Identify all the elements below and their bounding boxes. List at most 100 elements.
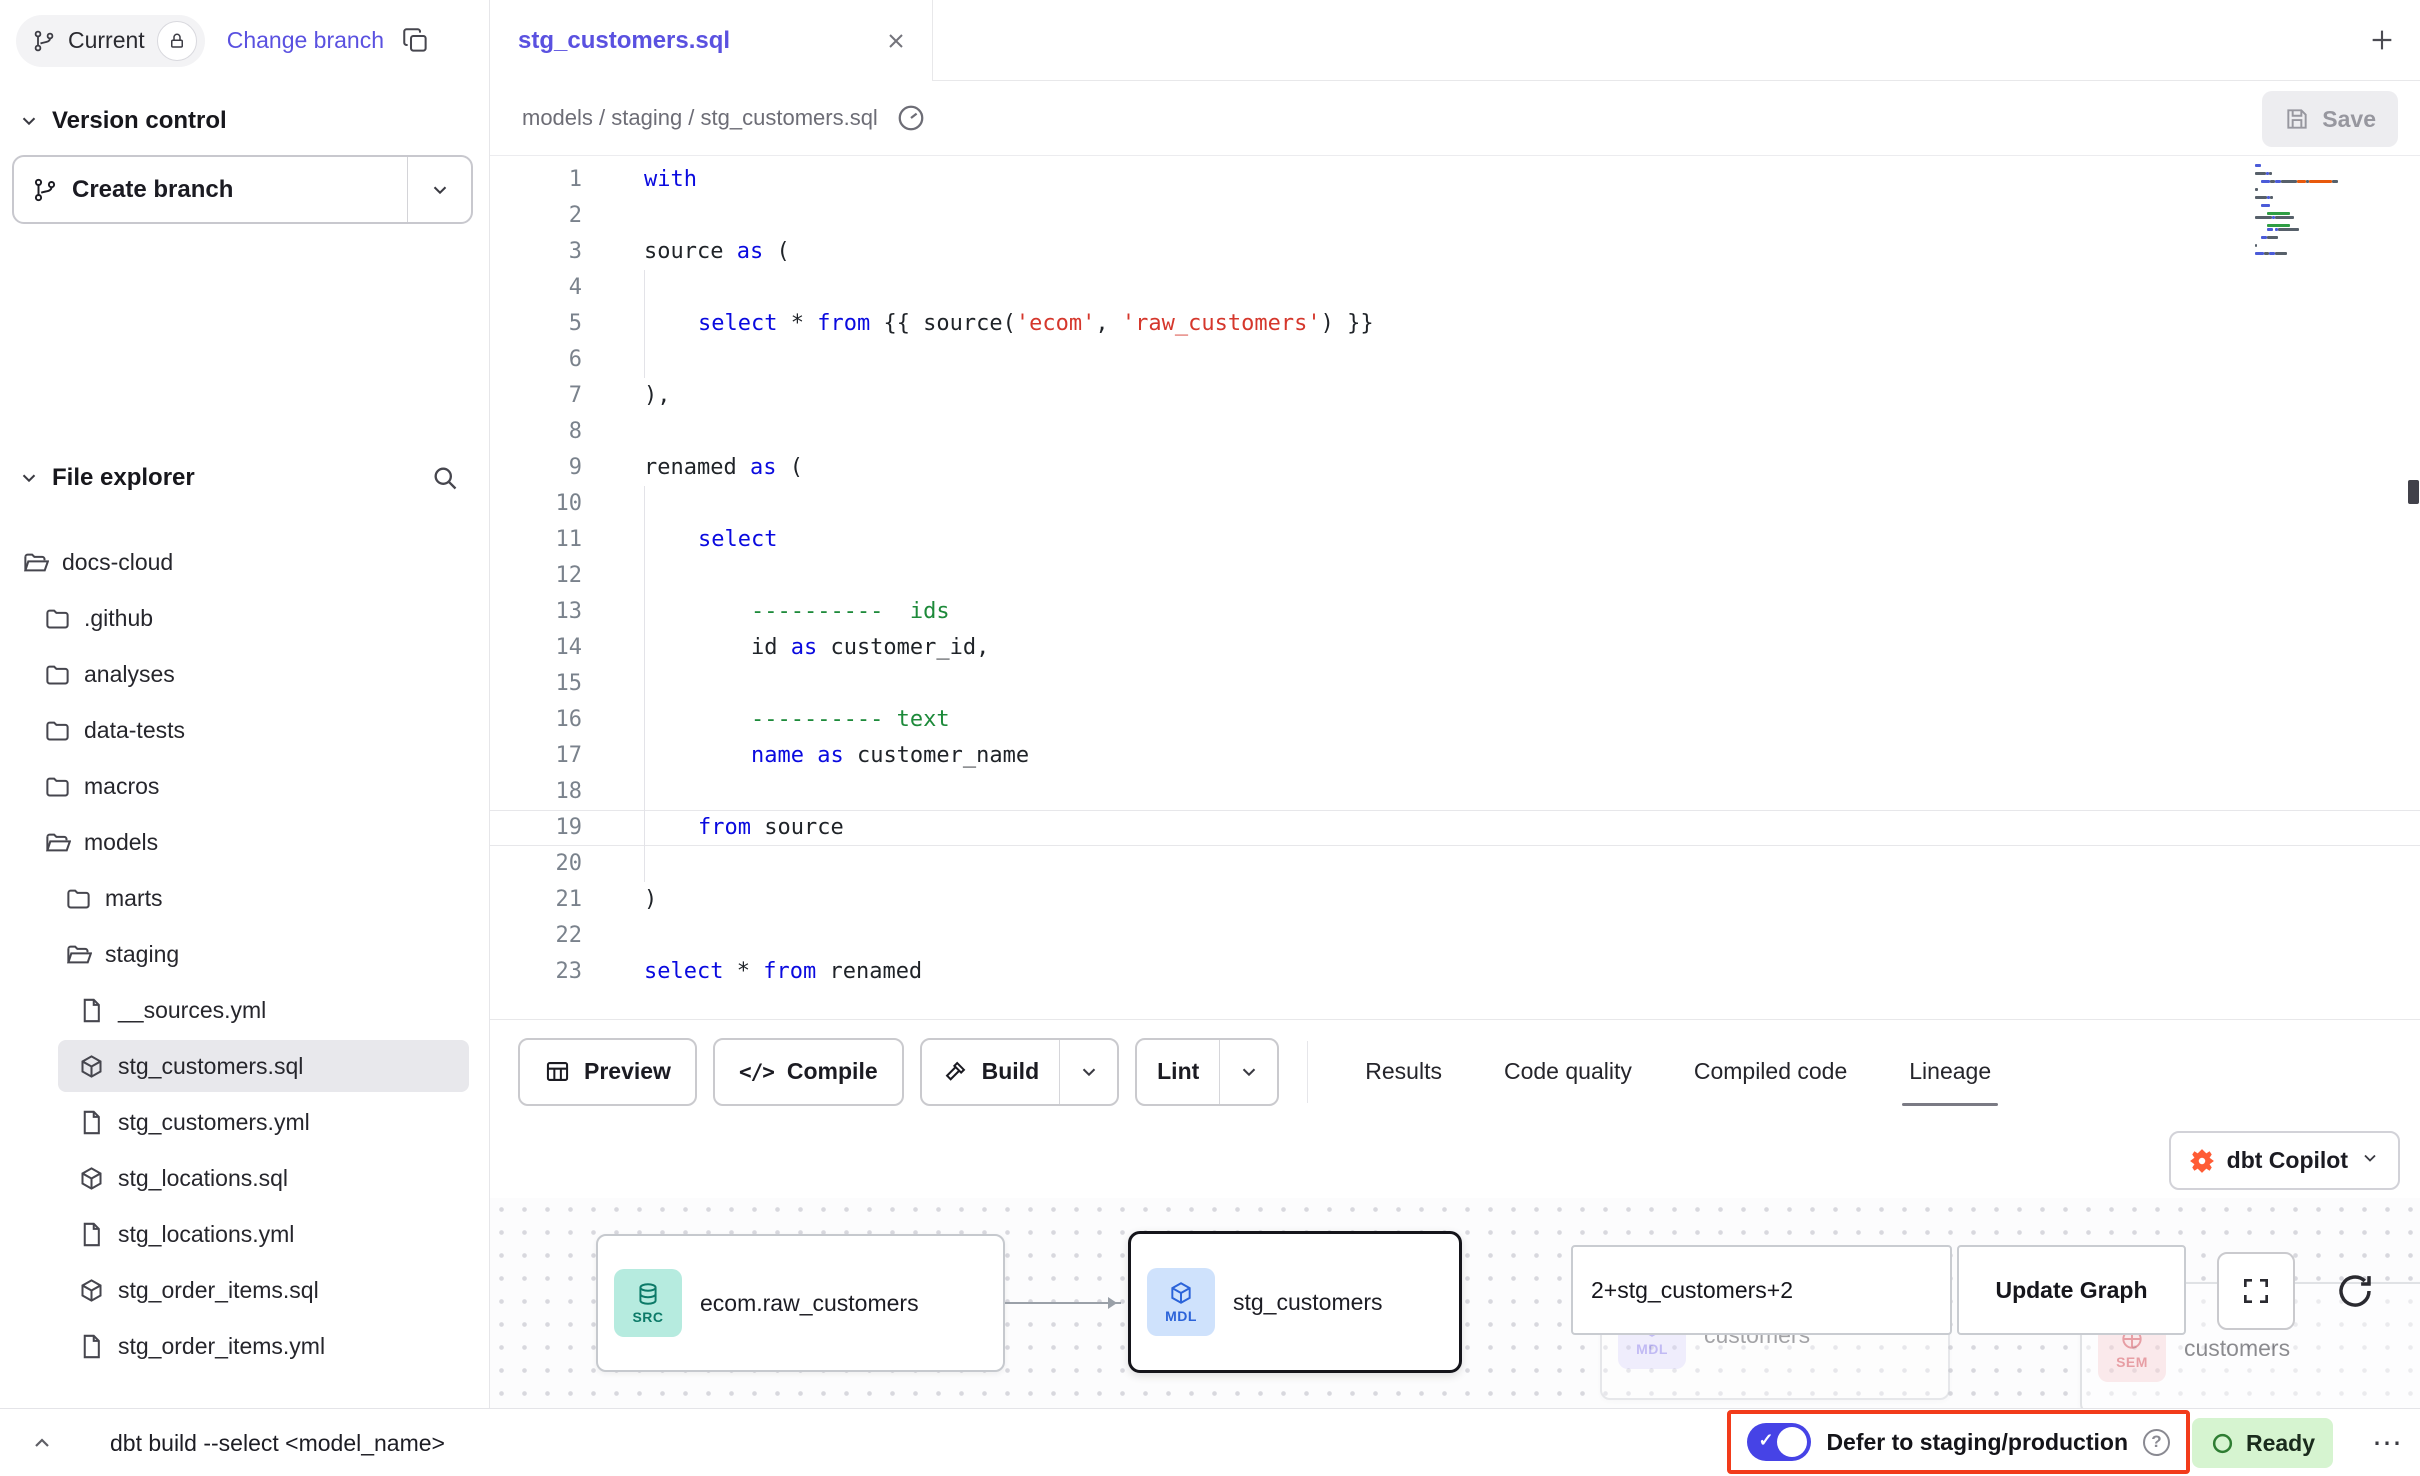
more-options-button[interactable]: ⋯ [2364,1419,2412,1467]
code-line-14[interactable]: 14 id as customer_id, [490,630,2420,666]
tree-item-stg-customers-sql[interactable]: stg_customers.sql [0,1038,489,1094]
help-icon[interactable]: ? [2143,1429,2170,1456]
version-control-header[interactable]: Version control [18,99,473,143]
tree-item-stg-order-items-yml[interactable]: stg_order_items.yml [0,1318,489,1374]
lineage-selector-input[interactable]: 2+stg_customers+2 [1571,1245,1952,1335]
tree-item-label: stg_order_items.sql [118,1277,319,1304]
code-line-16[interactable]: 16 ---------- text [490,702,2420,738]
fullscreen-button[interactable] [2217,1252,2295,1330]
code-line-3[interactable]: 3source as ( [490,234,2420,270]
save-button[interactable]: Save [2262,91,2398,147]
tree-item-data-tests[interactable]: data-tests [0,702,489,758]
line-number: 13 [490,594,582,630]
close-tab-icon[interactable] [884,29,908,53]
tree-item-label: docs-cloud [62,549,173,576]
code-line-5[interactable]: 5 select * from {{ source('ecom', 'raw_c… [490,306,2420,342]
build-dropdown[interactable] [1059,1040,1117,1104]
code-line-12[interactable]: 12 [490,558,2420,594]
search-icon[interactable] [431,464,459,492]
chevron-up-icon[interactable] [30,1431,54,1455]
folder-icon [65,885,92,912]
tree-item-marts[interactable]: marts [0,870,489,926]
code-line-13[interactable]: 13 ---------- ids [490,594,2420,630]
create-branch-button[interactable]: Create branch [12,155,473,224]
code-line-9[interactable]: 9renamed as ( [490,450,2420,486]
code-line-1[interactable]: 1with [490,162,2420,198]
git-branch-icon [32,177,58,203]
tree-item--sources-yml[interactable]: __sources.yml [0,982,489,1038]
git-branch-icon [32,29,56,53]
cli-command[interactable]: dbt build --select <model_name> [110,1409,445,1476]
chevron-down-icon [429,179,451,201]
tree-item-staging[interactable]: staging [0,926,489,982]
code-line-21[interactable]: 21) [490,882,2420,918]
ready-status-badge[interactable]: Ready [2192,1418,2333,1468]
tree-item-macros[interactable]: macros [0,758,489,814]
lineage-node-source[interactable]: SRC ecom.raw_customers [596,1234,1005,1372]
code-line-15[interactable]: 15 [490,666,2420,702]
line-number: 23 [490,954,582,990]
code-line-17[interactable]: 17 name as customer_name [490,738,2420,774]
tree-item-label: __sources.yml [118,997,266,1024]
tree-item-docs-cloud[interactable]: docs-cloud [0,534,489,590]
code-line-10[interactable]: 10 [490,486,2420,522]
defer-toggle[interactable]: ✓ [1747,1423,1811,1461]
code-line-23[interactable]: 23select * from renamed [490,954,2420,990]
line-number: 8 [490,414,582,450]
folder-icon [44,605,71,632]
code-line-2[interactable]: 2 [490,198,2420,234]
code-editor[interactable]: 1with23source as (45 select * from {{ so… [490,156,2420,1019]
code-line-8[interactable]: 8 [490,414,2420,450]
current-branch-pill[interactable]: Current [16,15,205,67]
tree-item-models[interactable]: models [0,814,489,870]
folder-open-icon [22,549,49,576]
tab-lineage[interactable]: Lineage [1878,1020,2022,1123]
refresh-button[interactable] [2318,1254,2392,1328]
lint-button[interactable]: Lint [1137,1040,1219,1104]
line-number: 3 [490,234,582,270]
code-line-20[interactable]: 20 [490,846,2420,882]
save-icon [2284,106,2310,132]
tab-title: stg_customers.sql [518,27,730,55]
status-bar: dbt build --select <model_name> ✓ Defer … [0,1408,2420,1476]
tree-item--github[interactable]: .github [0,590,489,646]
lint-dropdown[interactable] [1219,1040,1277,1104]
minimap[interactable] [2255,164,2390,256]
code-line-22[interactable]: 22 [490,918,2420,954]
tree-item-stg-locations-sql[interactable]: stg_locations.sql [0,1150,489,1206]
change-branch-link[interactable]: Change branch [227,27,384,54]
preview-button[interactable]: Preview [518,1038,697,1106]
editor-scrollbar-thumb[interactable] [2408,480,2419,504]
compile-button[interactable]: </> Compile [713,1038,904,1106]
branch-locked-badge [157,21,197,61]
copy-icon[interactable] [402,27,429,54]
tab-code-quality[interactable]: Code quality [1473,1020,1663,1123]
build-button[interactable]: Build [922,1040,1060,1104]
model-icon [78,1277,105,1304]
code-line-7[interactable]: 7), [490,378,2420,414]
tab-results[interactable]: Results [1334,1020,1473,1123]
tree-item-stg-customers-yml[interactable]: stg_customers.yml [0,1094,489,1150]
lineage-canvas[interactable]: MDL customers SEM customers SRC ecom.raw… [490,1198,2420,1408]
code-line-6[interactable]: 6 [490,342,2420,378]
line-number: 5 [490,306,582,342]
file-explorer-header[interactable]: File explorer [18,456,473,500]
tree-item-analyses[interactable]: analyses [0,646,489,702]
code-line-18[interactable]: 18 [490,774,2420,810]
gauge-icon[interactable] [896,103,926,133]
tree-item-stg-locations-yml[interactable]: stg_locations.yml [0,1206,489,1262]
new-tab-icon[interactable] [2366,24,2398,56]
dbt-copilot-button[interactable]: dbt Copilot [2169,1131,2400,1190]
create-branch-dropdown[interactable] [407,157,471,222]
tab-stg-customers-sql[interactable]: stg_customers.sql [490,0,933,81]
code-line-11[interactable]: 11 select [490,522,2420,558]
tab-compiled-code[interactable]: Compiled code [1663,1020,1878,1123]
line-number: 17 [490,738,582,774]
model-icon [78,1053,105,1080]
table-icon [544,1058,571,1085]
tree-item-stg-order-items-sql[interactable]: stg_order_items.sql [0,1262,489,1318]
update-graph-button[interactable]: Update Graph [1957,1245,2186,1335]
code-line-4[interactable]: 4 [490,270,2420,306]
code-line-19[interactable]: 19 from source [490,810,2420,846]
lineage-node-stg-customers-selected[interactable]: MDL stg_customers [1128,1231,1462,1373]
